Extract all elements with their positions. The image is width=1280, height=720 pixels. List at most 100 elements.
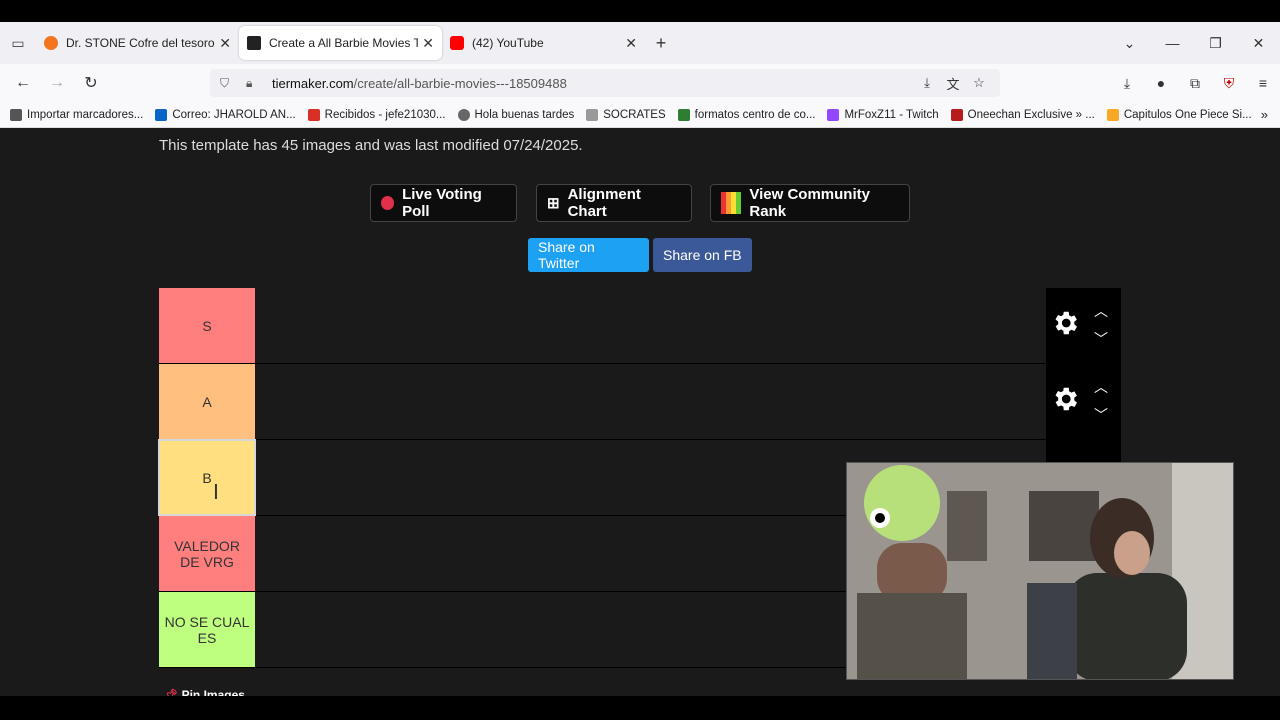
- globe-icon: [457, 108, 470, 121]
- tab-strip: ▭ Dr. STONE Cofre del tesoro - Ve ✕ Crea…: [0, 22, 1280, 64]
- bookmark-item[interactable]: formatos centro de co...: [677, 108, 816, 121]
- download-page-icon[interactable]: ⤓: [914, 75, 940, 91]
- live-voting-label: Live Voting Poll: [402, 186, 482, 220]
- tier-label[interactable]: VALEDOR DE VRG: [159, 516, 255, 591]
- bookmark-item[interactable]: Correo: JHAROLD AN...: [155, 108, 296, 121]
- downloads-icon[interactable]: ⤓: [1110, 75, 1144, 92]
- template-info: This template has 45 images and was last…: [159, 137, 583, 154]
- shield-icon[interactable]: ⛉: [220, 76, 240, 91]
- close-window-icon[interactable]: ✕: [1237, 35, 1280, 52]
- move-down-icon[interactable]: ﹀: [1091, 332, 1111, 346]
- record-dot-icon: [381, 196, 395, 210]
- alignment-chart-label: Alignment Chart: [567, 186, 641, 220]
- move-up-icon[interactable]: ︿: [1091, 380, 1111, 394]
- tab-tiermaker[interactable]: Create a All Barbie Movies Tier L ✕: [239, 26, 442, 60]
- community-rank-button[interactable]: View Community Rank: [710, 184, 910, 222]
- live-voting-button[interactable]: Live Voting Poll: [370, 184, 517, 222]
- tab-list-icon[interactable]: ▭: [0, 22, 36, 64]
- bookmark-item[interactable]: Oneechan Exclusive » ...: [950, 108, 1095, 121]
- tier-label[interactable]: A: [159, 364, 255, 439]
- translate-icon[interactable]: 文: [940, 74, 966, 93]
- restore-icon[interactable]: ❐: [1194, 35, 1237, 52]
- nav-bar: ← → ↻ ⛉ 🔒︎ tiermaker.com/create/all-barb…: [0, 64, 1280, 102]
- close-tab-icon[interactable]: ✕: [219, 35, 231, 52]
- crunchyroll-icon: [44, 36, 58, 50]
- tab-youtube[interactable]: (42) YouTube ✕: [442, 26, 645, 60]
- bookmark-label: Correo: JHAROLD AN...: [172, 108, 296, 121]
- pin-icon: 📌︎: [163, 688, 179, 696]
- youtube-icon: [450, 36, 464, 50]
- site-icon: [950, 108, 963, 121]
- share-fb-button[interactable]: Share on FB: [653, 238, 752, 272]
- top-black-bar: [0, 0, 1280, 22]
- share-twitter-button[interactable]: Share on Twitter: [528, 238, 649, 272]
- tier-items[interactable]: [255, 364, 1046, 439]
- tier-row: A ︿ ﹀: [159, 364, 1121, 440]
- tier-controls: ︿ ﹀: [1046, 288, 1121, 363]
- minimize-icon[interactable]: —: [1151, 35, 1194, 51]
- bookmark-label: Recibidos - jefe21030...: [324, 108, 446, 121]
- new-tab-icon[interactable]: +: [645, 33, 677, 54]
- tier-label[interactable]: S: [159, 288, 255, 363]
- tab-title: (42) YouTube: [472, 36, 544, 50]
- url-path: /create/all-barbie-movies---18509488: [353, 75, 567, 91]
- outlook-icon: [155, 108, 168, 121]
- alignment-chart-button[interactable]: ⊞ Alignment Chart: [536, 184, 692, 222]
- tab-title: Create a All Barbie Movies Tier L: [269, 36, 419, 50]
- webcam-overlay: [846, 462, 1234, 680]
- twitch-icon: [827, 108, 840, 121]
- bookmark-label: Capitulos One Piece Si...: [1123, 108, 1252, 121]
- url-bar[interactable]: ⛉ 🔒︎ tiermaker.com/create/all-barbie-mov…: [210, 69, 1000, 97]
- tier-row: S ︿ ﹀: [159, 288, 1121, 364]
- bookmark-label: SOCRATES: [603, 108, 666, 121]
- lock-icon[interactable]: 🔒︎: [246, 76, 266, 91]
- bookmark-label: Oneechan Exclusive » ...: [967, 108, 1095, 121]
- bookmark-item[interactable]: Capitulos One Piece Si...: [1106, 108, 1252, 121]
- bookmark-label: formatos centro de co...: [694, 108, 816, 121]
- tier-label[interactable]: NO SE CUAL ES: [159, 592, 255, 667]
- pin-images-label: Pin Images: [181, 688, 245, 696]
- tab-drstone[interactable]: Dr. STONE Cofre del tesoro - Ve ✕: [36, 26, 239, 60]
- move-down-icon[interactable]: ﹀: [1091, 408, 1111, 422]
- tier-label-text[interactable]: B: [202, 470, 211, 486]
- chevron-down-icon[interactable]: ⌄: [1108, 35, 1151, 52]
- bookmark-label: Importar marcadores...: [27, 108, 144, 121]
- bookmark-item[interactable]: SOCRATES: [586, 108, 666, 121]
- bottom-black-bar: [0, 696, 1280, 720]
- extensions-icon[interactable]: ⧉: [1178, 75, 1212, 92]
- tab-title: Dr. STONE Cofre del tesoro - Ve: [66, 36, 215, 50]
- url-host: tiermaker.com: [272, 75, 354, 91]
- gear-icon[interactable]: [1050, 384, 1080, 414]
- bookmark-item[interactable]: Importar marcadores...: [10, 108, 144, 121]
- bookmark-item[interactable]: Hola buenas tardes: [457, 108, 575, 121]
- gear-icon[interactable]: [1050, 308, 1080, 338]
- bookmarks-bar: Importar marcadores... Correo: JHAROLD A…: [0, 102, 1280, 128]
- reload-icon[interactable]: ↻: [74, 73, 108, 93]
- bookmark-label: Hola buenas tardes: [474, 108, 575, 121]
- tier-controls: ︿ ﹀: [1046, 364, 1121, 439]
- colorful-grid-icon: [721, 192, 742, 214]
- bookmark-item[interactable]: Recibidos - jefe21030...: [307, 108, 446, 121]
- tier-items[interactable]: [255, 288, 1046, 363]
- bookmark-item[interactable]: MrFoxZ11 - Twitch: [827, 108, 939, 121]
- back-icon[interactable]: ←: [6, 74, 40, 92]
- forward-icon[interactable]: →: [40, 74, 74, 92]
- import-icon: [10, 108, 22, 121]
- document-icon: [586, 108, 599, 121]
- grid-icon: ⊞: [547, 195, 560, 212]
- bookmark-star-icon[interactable]: ☆: [966, 75, 992, 91]
- ublock-icon[interactable]: ⛨: [1212, 75, 1246, 92]
- move-up-icon[interactable]: ︿: [1091, 304, 1111, 318]
- account-icon[interactable]: ●: [1144, 75, 1178, 91]
- gmail-icon: [307, 108, 320, 121]
- tier-label[interactable]: B I: [158, 439, 256, 516]
- menu-icon[interactable]: ≡: [1246, 75, 1280, 91]
- more-bookmarks-icon[interactable]: »: [1261, 107, 1268, 122]
- close-tab-icon[interactable]: ✕: [625, 35, 637, 52]
- community-rank-label: View Community Rank: [749, 186, 870, 220]
- close-tab-icon[interactable]: ✕: [422, 35, 434, 52]
- text-cursor-icon: I: [213, 480, 219, 504]
- bookmark-label: MrFoxZ11 - Twitch: [844, 108, 939, 121]
- webcam-image: [847, 463, 1233, 679]
- pin-images[interactable]: 📌︎ Pin Images: [163, 688, 245, 696]
